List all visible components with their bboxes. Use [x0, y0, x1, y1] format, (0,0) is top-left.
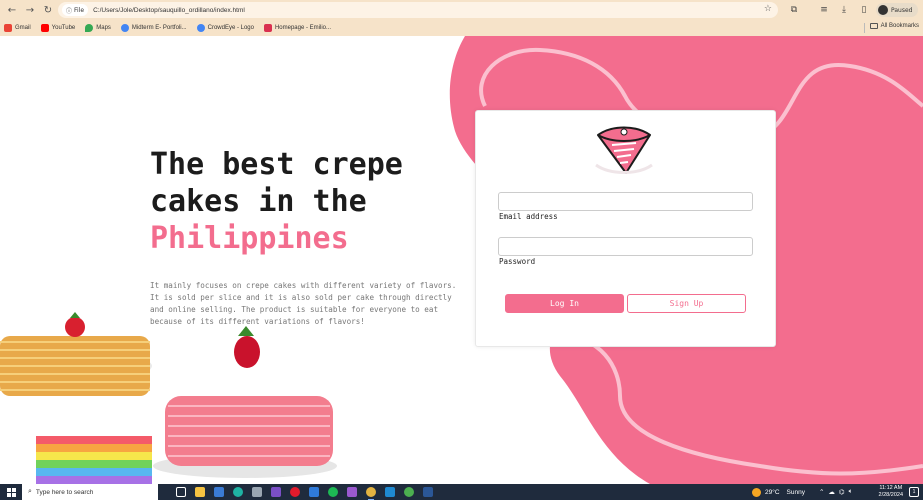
opera-icon[interactable]	[290, 487, 300, 497]
file-explorer-icon[interactable]	[195, 487, 205, 497]
chrome-profile-icon[interactable]	[404, 487, 414, 497]
settings-icon[interactable]	[252, 487, 262, 497]
password-label: Password	[499, 257, 536, 266]
bookmark-label: CrowdEye - Logo	[207, 25, 254, 31]
crepe-cake-logo-icon	[595, 126, 653, 174]
notification-icon[interactable]: 1	[909, 487, 919, 497]
network-icon[interactable]: ⌬	[839, 488, 845, 496]
windows-start-icon[interactable]	[0, 484, 22, 500]
visual-studio-icon[interactable]	[271, 487, 281, 497]
all-bookmarks-button[interactable]: All Bookmarks	[869, 23, 919, 29]
bookmark-crowdeye[interactable]: CrowdEye - Logo	[196, 24, 254, 32]
store-icon[interactable]	[214, 487, 224, 497]
windows-taskbar: ⌕ Type here to search 29°C Sunny ⌃ ☁ ⌬ 🔈…	[0, 484, 923, 500]
hero-title-line-1: The best crepe	[150, 147, 403, 182]
avatar	[878, 5, 888, 15]
speaker-icon[interactable]: 🔈︎	[849, 488, 853, 496]
site-info-chip[interactable]: ⓘ File	[62, 4, 89, 16]
system-tray: 29°C Sunny ⌃ ☁ ⌬ 🔈︎	[752, 484, 853, 500]
side-panel-icon[interactable]: ▯	[856, 2, 872, 18]
edge-icon[interactable]	[233, 487, 243, 497]
profile-status: Paused	[891, 6, 913, 14]
google-sites-icon	[120, 24, 129, 32]
chat-icon[interactable]	[347, 487, 357, 497]
bookmark-label: YouTube	[51, 25, 76, 31]
toolbar-actions: ⧉ ≡ ⤓ ▯ Paused ⋮	[786, 2, 923, 18]
hero-title: The best crepe cakes in the Philippines	[150, 146, 480, 257]
word-icon[interactable]	[423, 487, 433, 497]
bookmark-homepage-emilio[interactable]: Homepage - Emilio...	[263, 24, 331, 32]
bookmark-label: Midterm E- Portfoli...	[131, 25, 187, 31]
profile-button[interactable]: Paused	[876, 3, 919, 17]
password-field[interactable]	[498, 237, 753, 256]
web-page: The best crepe cakes in the Philippines …	[0, 36, 923, 484]
taskbar-apps	[176, 487, 433, 500]
sunny-weather-icon	[752, 487, 761, 497]
clock-date: 2/28/2024	[878, 492, 903, 498]
homepage-icon	[263, 24, 272, 32]
bookmark-youtube[interactable]: YouTube	[40, 24, 76, 32]
weather-temp[interactable]: 29°C	[765, 489, 780, 496]
youtube-icon	[40, 24, 49, 32]
bookmark-gmail[interactable]: Gmail	[4, 24, 31, 32]
vscode-icon[interactable]	[385, 487, 395, 497]
clock-time: 11:12 AM	[879, 485, 903, 491]
bookmark-label: Gmail	[15, 25, 31, 31]
extensions-icon[interactable]: ⧉	[786, 2, 802, 18]
spotify-icon[interactable]	[328, 487, 338, 497]
login-button[interactable]: Log In	[505, 294, 624, 313]
back-icon[interactable]: ←	[3, 1, 21, 19]
bookmark-midterm-portfolio[interactable]: Midterm E- Portfoli...	[120, 24, 187, 32]
reload-icon[interactable]: ↻	[39, 1, 57, 19]
info-icon: ⓘ	[66, 7, 73, 15]
bookmark-star-icon[interactable]: ☆	[764, 4, 772, 14]
folder-icon	[869, 23, 878, 29]
clock[interactable]: 11:12 AM 2/28/2024	[879, 485, 903, 499]
onedrive-icon[interactable]: ☁	[828, 488, 835, 496]
hero-description: It mainly focuses on crepe cakes with di…	[150, 281, 457, 326]
chevron-up-icon[interactable]: ⌃	[819, 488, 824, 496]
weather-text[interactable]: Sunny	[787, 489, 805, 496]
file-chip-label: File	[74, 6, 85, 14]
forward-icon[interactable]: →	[21, 1, 39, 19]
google-sites-icon	[196, 24, 205, 32]
email-label: Email address	[499, 212, 558, 221]
hero-title-accent: Philippines	[150, 221, 349, 256]
all-bookmarks-label: All Bookmarks	[880, 23, 919, 29]
bookmarks-bar: Gmail YouTube Maps Midterm E- Portfoli..…	[0, 20, 923, 36]
chrome-icon[interactable]	[366, 487, 376, 500]
browser-toolbar: ← → ↻ ⓘ File C:/Users/Jole/Desktop/sauqu…	[0, 0, 923, 20]
maps-pin-icon	[85, 24, 94, 32]
taskbar-search[interactable]: ⌕ Type here to search	[22, 484, 158, 500]
mail-icon[interactable]	[309, 487, 319, 497]
bookmark-label: Maps	[96, 25, 111, 31]
login-card: Email address Password Log In Sign Up	[475, 110, 776, 347]
hero-title-line-2: cakes in the	[150, 184, 367, 219]
url-text[interactable]: C:/Users/Jole/Desktop/sauquillo_ordillan…	[93, 7, 245, 14]
taskbar-search-placeholder: Type here to search	[35, 488, 94, 496]
gmail-icon	[4, 24, 12, 32]
search-icon: ⌕	[28, 488, 32, 495]
bookmark-maps[interactable]: Maps	[85, 24, 111, 32]
download-icon[interactable]: ⤓	[836, 2, 852, 18]
background-decoration	[0, 36, 923, 484]
tab-search-icon[interactable]: ≡	[816, 2, 832, 18]
email-field[interactable]	[498, 192, 753, 211]
crepe-cakes-image	[0, 312, 337, 484]
signup-button[interactable]: Sign Up	[627, 294, 746, 313]
bookmarks-divider	[864, 23, 865, 33]
address-bar[interactable]: ⓘ File C:/Users/Jole/Desktop/sauquillo_o…	[58, 2, 778, 18]
bookmark-label: Homepage - Emilio...	[274, 25, 331, 31]
task-view-icon[interactable]	[176, 487, 186, 497]
